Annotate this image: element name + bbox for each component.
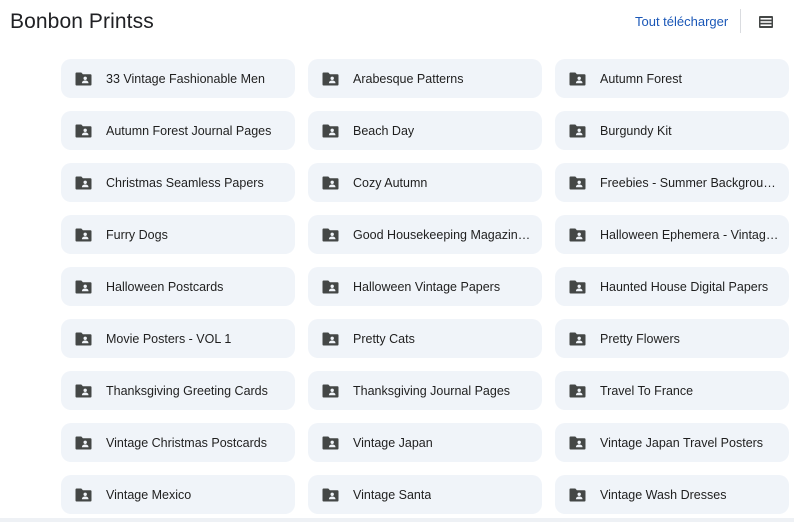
folder-tile[interactable]: Vintage Wash Dresses xyxy=(555,475,789,514)
shared-folder-icon xyxy=(569,488,586,501)
page-title: Bonbon Printss xyxy=(10,10,154,33)
folder-tile[interactable]: Burgundy Kit xyxy=(555,111,789,150)
folder-name: Burgundy Kit xyxy=(600,123,672,138)
folder-name: Halloween Postcards xyxy=(106,279,224,294)
shared-folder-icon xyxy=(322,332,339,345)
bottom-divider xyxy=(0,518,794,522)
folder-tile[interactable]: Vintage Japan xyxy=(308,423,542,462)
folder-name: Vintage Christmas Postcards xyxy=(106,435,267,450)
header: Bonbon Printss Tout télécharger xyxy=(0,0,794,50)
shared-folder-icon xyxy=(322,228,339,241)
shared-folder-icon xyxy=(569,332,586,345)
folder-name: Vintage Japan Travel Posters xyxy=(600,435,764,450)
folder-tile[interactable]: Thanksgiving Journal Pages xyxy=(308,371,542,410)
folder-name: Autumn Forest xyxy=(600,71,682,86)
folder-tile[interactable]: Good Housekeeping Magazine C... xyxy=(308,215,542,254)
folder-name: Cozy Autumn xyxy=(353,175,428,190)
shared-folder-icon xyxy=(322,124,339,137)
folder-name: Freebies - Summer Backgrounds xyxy=(600,175,781,190)
folder-name: Vintage Mexico xyxy=(106,487,192,502)
folder-tile[interactable]: Vintage Santa xyxy=(308,475,542,514)
folder-name: Beach Day xyxy=(353,123,415,138)
shared-folder-icon xyxy=(569,176,586,189)
folder-name: Halloween Ephemera - Vintage ... xyxy=(600,227,781,242)
folder-name: Furry Dogs xyxy=(106,227,168,242)
folder-tile[interactable]: Haunted House Digital Papers xyxy=(555,267,789,306)
shared-folder-icon xyxy=(569,124,586,137)
folder-name: Halloween Vintage Papers xyxy=(353,279,501,294)
shared-folder-icon xyxy=(75,436,92,449)
folder-name: Autumn Forest Journal Pages xyxy=(106,123,272,138)
folder-tile[interactable]: Christmas Seamless Papers xyxy=(61,163,295,202)
shared-folder-icon xyxy=(569,384,586,397)
shared-folder-icon xyxy=(75,72,92,85)
folder-tile[interactable]: Autumn Forest xyxy=(555,59,789,98)
shared-folder-icon xyxy=(75,176,92,189)
folder-name: Vintage Japan xyxy=(353,435,433,450)
folder-tile[interactable]: Autumn Forest Journal Pages xyxy=(61,111,295,150)
folder-tile[interactable]: Vintage Mexico xyxy=(61,475,295,514)
shared-folder-icon xyxy=(322,176,339,189)
folder-name: Arabesque Patterns xyxy=(353,71,464,86)
folder-tile[interactable]: Travel To France xyxy=(555,371,789,410)
shared-folder-icon xyxy=(569,72,586,85)
folder-name: Travel To France xyxy=(600,383,694,398)
folder-name: Good Housekeeping Magazine C... xyxy=(353,227,534,242)
folder-tile[interactable]: Halloween Postcards xyxy=(61,267,295,306)
download-all-button[interactable]: Tout télécharger xyxy=(635,14,728,29)
shared-folder-icon xyxy=(75,280,92,293)
shared-folder-icon xyxy=(569,436,586,449)
folder-tile[interactable]: Cozy Autumn xyxy=(308,163,542,202)
folder-tile[interactable]: Pretty Cats xyxy=(308,319,542,358)
shared-folder-icon xyxy=(75,124,92,137)
folder-tile[interactable]: Pretty Flowers xyxy=(555,319,789,358)
shared-folder-icon xyxy=(75,332,92,345)
shared-folder-icon xyxy=(322,280,339,293)
shared-folder-icon xyxy=(322,488,339,501)
folder-name: Christmas Seamless Papers xyxy=(106,175,264,190)
folder-name: Pretty Flowers xyxy=(600,331,680,346)
shared-folder-icon xyxy=(569,280,586,293)
folder-name: Movie Posters - VOL 1 xyxy=(106,331,232,346)
folder-tile[interactable]: 33 Vintage Fashionable Men xyxy=(61,59,295,98)
list-view-icon[interactable] xyxy=(759,16,773,28)
folder-tile[interactable]: Halloween Vintage Papers xyxy=(308,267,542,306)
shared-folder-icon xyxy=(75,488,92,501)
folder-name: Thanksgiving Greeting Cards xyxy=(106,383,268,398)
folder-tile[interactable]: Vintage Japan Travel Posters xyxy=(555,423,789,462)
folder-name: Vintage Wash Dresses xyxy=(600,487,727,502)
shared-folder-icon xyxy=(322,384,339,397)
folder-name: Thanksgiving Journal Pages xyxy=(353,383,511,398)
shared-folder-icon xyxy=(569,228,586,241)
folder-tile[interactable]: Freebies - Summer Backgrounds xyxy=(555,163,789,202)
shared-folder-icon xyxy=(322,436,339,449)
folder-name: Pretty Cats xyxy=(353,331,415,346)
shared-folder-icon xyxy=(322,72,339,85)
folder-name: 33 Vintage Fashionable Men xyxy=(106,71,265,86)
folder-name: Haunted House Digital Papers xyxy=(600,279,769,294)
folder-tile[interactable]: Vintage Christmas Postcards xyxy=(61,423,295,462)
folder-name: Vintage Santa xyxy=(353,487,432,502)
folder-tile[interactable]: Movie Posters - VOL 1 xyxy=(61,319,295,358)
shared-folder-icon xyxy=(75,228,92,241)
header-divider xyxy=(740,9,741,33)
folder-grid: 33 Vintage Fashionable Men Arabesque Pat… xyxy=(61,59,789,514)
folder-tile[interactable]: Furry Dogs xyxy=(61,215,295,254)
folder-tile[interactable]: Halloween Ephemera - Vintage ... xyxy=(555,215,789,254)
shared-folder-icon xyxy=(75,384,92,397)
folder-tile[interactable]: Arabesque Patterns xyxy=(308,59,542,98)
folder-tile[interactable]: Thanksgiving Greeting Cards xyxy=(61,371,295,410)
folder-tile[interactable]: Beach Day xyxy=(308,111,542,150)
